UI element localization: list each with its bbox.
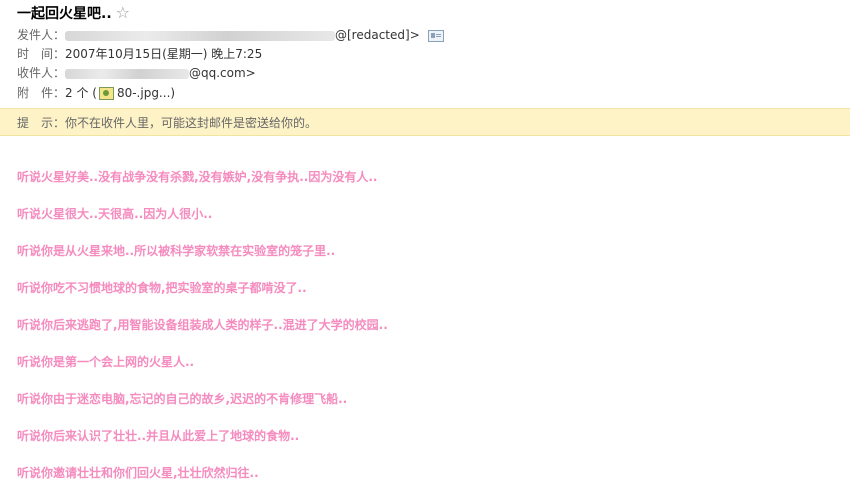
body-line: 听说你后来逃跑了,用智能设备组装成人类的样子..混进了大学的校园.. (17, 318, 388, 332)
contact-card-icon[interactable] (427, 29, 444, 42)
body-line: 听说你是从火星来地..所以被科学家软禁在实验室的笼子里.. (17, 244, 336, 258)
to-row: 收件人： @qq.com> (17, 64, 256, 83)
body-line: 听说你邀请壮壮和你们回火星,壮壮欣然归往.. (17, 466, 259, 480)
from-suffix: @[redacted]> (335, 28, 420, 42)
body-line: 听说你是第一个会上网的火星人.. (17, 355, 195, 369)
attachment-row: 附 件：2 个 ( 80-.jpg...) (17, 84, 175, 103)
to-label: 收件人： (17, 66, 66, 80)
notice-label: 提 示： (17, 116, 66, 130)
redacted-sender-address (65, 30, 335, 41)
email-header: 一起回火星吧.. ☆ 发件人： @[redacted]> 时 间：2007年10月1… (0, 0, 850, 108)
to-suffix: @qq.com> (189, 66, 256, 80)
email-subject: 一起回火星吧.. (17, 6, 112, 22)
attachment-link[interactable]: 80-.jpg...) (117, 86, 175, 100)
time-value: 2007年10月15日(星期一) 晚上7:25 (65, 47, 263, 61)
time-row: 时 间：2007年10月15日(星期一) 晚上7:25 (17, 45, 262, 64)
body-line: 听说你由于迷恋电脑,忘记的自己的故乡,迟迟的不肯修理飞船.. (17, 392, 348, 406)
attachment-count: 2 个 ( (65, 86, 97, 100)
redacted-recipient-address (65, 68, 189, 79)
email-subject-row: 一起回火星吧.. ☆ (17, 2, 130, 24)
from-row: 发件人： @[redacted]> (17, 26, 444, 45)
image-file-icon (98, 87, 114, 100)
notice-text: 你不在收件人里，可能这封邮件是密送给你的。 (65, 116, 318, 130)
time-label: 时 间： (17, 47, 66, 61)
body-line: 听说火星好美..没有战争没有杀戮,没有嫉妒,没有争执..因为没有人.. (17, 170, 378, 184)
bcc-notice-bar: 提 示：你不在收件人里，可能这封邮件是密送给你的。 (0, 108, 850, 136)
body-line: 听说你后来认识了壮壮..并且从此爱上了地球的食物.. (17, 429, 300, 443)
from-label: 发件人： (17, 28, 66, 42)
body-line: 听说火星很大..天很高..因为人很小.. (17, 207, 213, 221)
body-line: 听说你吃不习惯地球的食物,把实验室的桌子都啃没了.. (17, 281, 307, 295)
star-icon[interactable]: ☆ (116, 3, 130, 22)
attachment-label: 附 件： (17, 86, 66, 100)
